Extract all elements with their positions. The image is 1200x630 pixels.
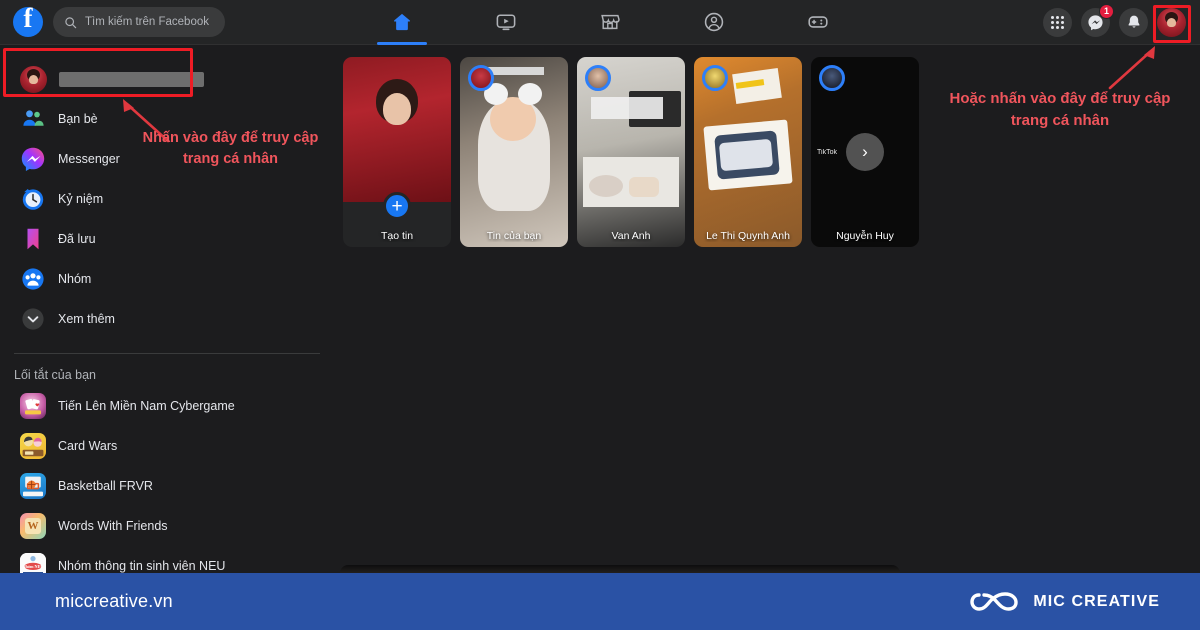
shortcut-item[interactable]: W Words With Friends: [6, 506, 334, 546]
notifications-button[interactable]: [1119, 7, 1148, 37]
sidebar-item-saved[interactable]: Đã lưu: [6, 219, 334, 259]
profile-name-redacted: [59, 71, 204, 87]
sidebar-item-profile[interactable]: [6, 59, 334, 99]
search-input[interactable]: Tìm kiếm trên Facebook: [53, 7, 225, 37]
banner-site-url: miccreative.vn: [55, 591, 173, 611]
topbar-avatar-callout: Hoặc nhấn vào đây để truy cập trang cá n…: [949, 90, 1171, 129]
memories-clock-icon: [20, 186, 46, 212]
topbar-tabs: [350, 0, 870, 45]
create-story-card[interactable]: + Tạo tin: [343, 57, 451, 247]
menu-grid-button[interactable]: [1043, 7, 1072, 37]
story-thumbnail: [343, 57, 451, 202]
story-avatar: [585, 65, 611, 91]
tab-marketplace[interactable]: [575, 0, 645, 45]
messenger-button[interactable]: 1: [1081, 3, 1114, 37]
sidebar-item-memories[interactable]: Kỷ niệm: [6, 179, 334, 219]
sidebar-item-label: Messenger: [58, 152, 120, 166]
sidebar-item-see-more[interactable]: Xem thêm: [6, 299, 334, 339]
shortcuts-heading: Lối tắt của bạn: [14, 368, 97, 382]
video-icon: [496, 14, 516, 31]
messenger-icon: [20, 146, 46, 172]
story-card[interactable]: Tin của bạn: [460, 57, 568, 247]
basketball-icon: [20, 473, 46, 499]
sidebar-item-label: Kỷ niệm: [58, 192, 104, 206]
sidebar-item-label: Bạn bè: [58, 112, 98, 126]
story-label: Tạo tin: [380, 230, 414, 242]
shortcut-label: Nhóm thông tin sinh viên NEU: [58, 559, 226, 573]
shortcut-label: Card Wars: [58, 439, 118, 453]
account-avatar[interactable]: [1157, 7, 1186, 37]
story-label: Nguyễn Huy: [836, 230, 894, 242]
banner-brand: MIC CREATIVE: [970, 587, 1160, 617]
tab-gaming[interactable]: [783, 0, 853, 45]
shortcut-item[interactable]: Basketball FRVR: [6, 466, 334, 506]
chevron-down-icon: [20, 306, 46, 332]
story-card[interactable]: TikTok › Nguyễn Huy: [811, 57, 919, 247]
infinity-knot-logo: [970, 591, 1019, 611]
bottom-banner: miccreative.vn MIC CREATIVE: [0, 573, 1200, 630]
grid-icon: [1051, 15, 1064, 29]
story-card[interactable]: Le Thi Quynh Anh: [694, 57, 802, 247]
sidebar-item-groups[interactable]: Nhóm: [6, 259, 334, 299]
store-icon: [601, 14, 620, 30]
friends-icon: [20, 106, 46, 132]
shortcut-item[interactable]: Tiến Lên Miền Nam Cybergame: [6, 386, 334, 426]
gaming-icon: [808, 16, 828, 28]
topbar-left-group: Tìm kiếm trên Facebook: [0, 3, 340, 37]
tab-home[interactable]: [367, 0, 437, 45]
sidebar-item-label: Xem thêm: [58, 312, 115, 326]
groups-icon: [704, 12, 724, 32]
story-card[interactable]: Van Anh: [577, 57, 685, 247]
story-label: Tin của bạn: [486, 230, 542, 242]
messenger-badge: 1: [1098, 3, 1114, 19]
card-game-icon: [20, 393, 46, 419]
facebook-logo[interactable]: [13, 3, 43, 37]
facebook-screenshot: Tìm kiếm trên Facebook: [0, 0, 1200, 630]
top-navigation-bar: Tìm kiếm trên Facebook: [0, 0, 1200, 45]
sidebar-profile-callout: Nhấn vào đây để truy cập trang cá nhân: [142, 130, 319, 168]
avatar-callout-arrow: [1108, 46, 1155, 90]
banner-brand-name: MIC CREATIVE: [1033, 592, 1160, 610]
shortcut-label: Basketball FRVR: [58, 479, 153, 493]
story-avatar: [819, 65, 845, 91]
tab-groups[interactable]: [679, 0, 749, 45]
shortcut-item[interactable]: Card Wars: [6, 426, 334, 466]
tiktok-tag: TikTok: [817, 149, 837, 156]
topbar-actions: 1: [1043, 3, 1200, 37]
story-avatar: [468, 65, 494, 91]
shortcut-label: Tiến Lên Miền Nam Cybergame: [58, 399, 235, 413]
shortcut-label: Words With Friends: [58, 519, 168, 533]
bookmark-icon: [20, 226, 46, 252]
story-label: Van Anh: [611, 230, 651, 242]
sidebar-item-label: Đã lưu: [58, 232, 96, 246]
tab-watch[interactable]: [471, 0, 541, 45]
stories-next-button[interactable]: ›: [846, 133, 884, 171]
sidebar-item-label: Nhóm: [58, 272, 92, 286]
stories-tray: + Tạo tin Tin của bạn Van Anh Le Thi Quy…: [340, 45, 919, 265]
bell-icon: [1128, 15, 1139, 28]
svg-text:Nhóm NEU: Nhóm NEU: [23, 564, 44, 569]
card-wars-icon: [20, 433, 46, 459]
search-placeholder: Tìm kiếm trên Facebook: [85, 16, 209, 28]
groups-icon: [20, 266, 46, 292]
words-with-friends-icon: W: [20, 513, 46, 539]
avatar: [20, 65, 47, 93]
story-avatar: [702, 65, 728, 91]
create-story-plus-button[interactable]: +: [383, 192, 411, 220]
story-label: Le Thi Quynh Anh: [706, 230, 790, 242]
home-icon: [394, 13, 410, 31]
search-icon: [65, 16, 77, 28]
